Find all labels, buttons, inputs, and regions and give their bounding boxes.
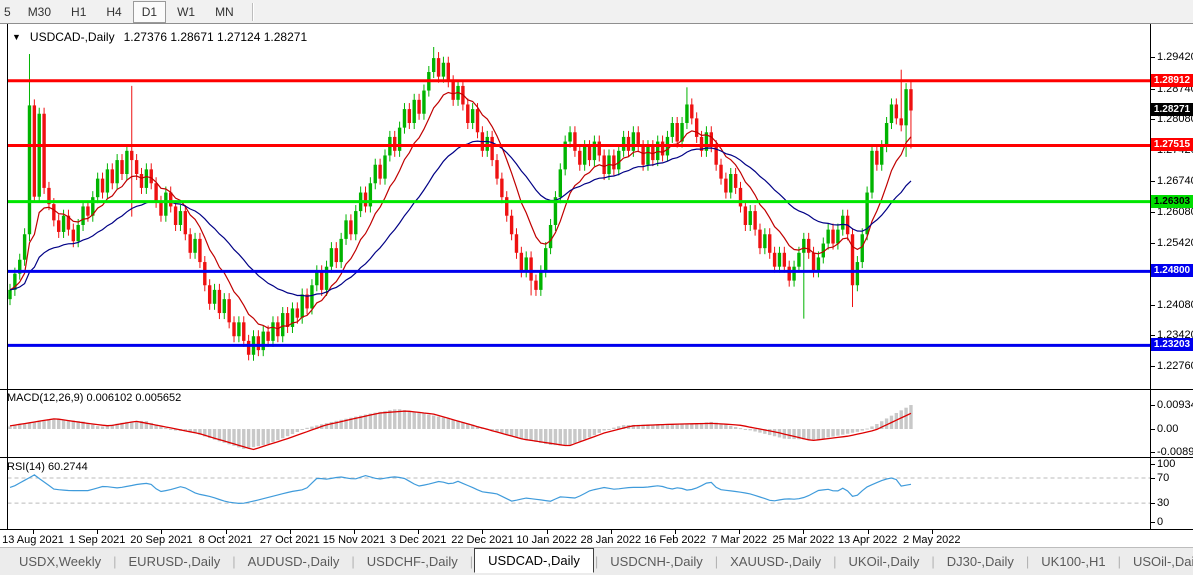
x-axis-date-label: 28 Jan 2022	[581, 534, 642, 546]
price-tick	[1151, 305, 1155, 306]
price-axis-tick-label: 1.26740	[1157, 175, 1193, 187]
timeframe-button-h1[interactable]: H1	[62, 1, 95, 23]
timeframe-button-m30[interactable]: M30	[19, 1, 60, 23]
x-axis-date-label: 2 May 2022	[903, 534, 960, 546]
price-tick	[1151, 119, 1155, 120]
symbol-tab-bar: USDX,Weekly|EURUSD-,Daily|AUDUSD-,Daily|…	[0, 547, 1193, 575]
x-axis-date-label: 22 Dec 2021	[451, 534, 513, 546]
price-axis-tick-label: 1.25420	[1157, 237, 1193, 249]
tab-usdcad-daily[interactable]: USDCAD-,Daily	[474, 548, 594, 573]
tab-audusd-daily[interactable]: AUDUSD-,Daily	[237, 551, 351, 572]
x-axis-date-label: 20 Sep 2021	[130, 534, 192, 546]
chart-dropdown-icon[interactable]: ▼	[12, 33, 21, 42]
price-axis-tick-label: 1.26080	[1157, 206, 1193, 218]
tab-separator: |	[931, 554, 934, 569]
ma-fast-line	[10, 92, 911, 328]
x-axis-date-label: 27 Oct 2021	[260, 534, 320, 546]
price-tick	[1151, 57, 1155, 58]
macd-label: MACD(12,26,9) 0.006102 0.005652	[7, 392, 181, 404]
price-tick	[1151, 243, 1155, 244]
symbol-tabs: USDX,Weekly|EURUSD-,Daily|AUDUSD-,Daily|…	[8, 550, 1193, 573]
timeframe-toolbar: 5M30H1H4D1W1MN	[0, 0, 1193, 24]
chart-title-ohlc: 1.27376 1.28671 1.27124 1.28271	[124, 30, 308, 44]
price-badge-1-28271: 1.28271	[1151, 103, 1193, 116]
rsi-axis-label: 0	[1157, 516, 1163, 528]
x-axis-date-label: 16 Feb 2022	[644, 534, 706, 546]
x-axis-date-label: 8 Oct 2021	[199, 534, 253, 546]
tab-separator: |	[715, 554, 718, 569]
timeframe-button-h4[interactable]: H4	[97, 1, 130, 23]
macd-axis-label: 0.00	[1157, 423, 1178, 435]
macd-tick	[1151, 429, 1155, 430]
macd-tick	[1151, 405, 1155, 406]
x-axis-date-label: 7 Mar 2022	[711, 534, 767, 546]
chart-title: ▼ USDCAD-,Daily 1.27376 1.28671 1.27124 …	[12, 30, 307, 44]
x-axis-date-label: 10 Jan 2022	[516, 534, 577, 546]
x-axis-date-label: 25 Mar 2022	[773, 534, 835, 546]
price-badge-1-23203: 1.23203	[1151, 338, 1193, 351]
price-tick	[1151, 335, 1155, 336]
tab-separator: |	[113, 554, 116, 569]
trading-terminal: 5M30H1H4D1W1MN ▼ USDCAD-,Daily 1.27376 1…	[0, 0, 1193, 575]
x-axis-date-label: 1 Sep 2021	[69, 534, 125, 546]
macd-axis-label: 0.009345	[1157, 399, 1193, 411]
macd-axis-label: -0.008902	[1157, 446, 1193, 458]
price-axis-tick-label: 1.24080	[1157, 299, 1193, 311]
rsi-line	[10, 475, 911, 504]
main-chart-canvas[interactable]	[0, 24, 1193, 390]
x-axis-date-label: 3 Dec 2021	[390, 534, 446, 546]
tab-dj30-daily[interactable]: DJ30-,Daily	[936, 551, 1025, 572]
rsi-tick	[1151, 478, 1155, 479]
tab-separator: |	[595, 554, 598, 569]
rsi-axis-label: 100	[1157, 458, 1175, 470]
x-axis-date-label: 13 Aug 2021	[2, 534, 64, 546]
price-tick	[1151, 212, 1155, 213]
toolbar-separator	[252, 3, 254, 21]
price-badge-1-26303: 1.26303	[1151, 195, 1193, 208]
macd-tick	[1151, 452, 1155, 453]
tab-separator: |	[1026, 554, 1029, 569]
chart-title-symbol: USDCAD-,Daily	[30, 30, 115, 44]
price-axis-tick-label: 1.22760	[1157, 360, 1193, 372]
tab-separator: |	[833, 554, 836, 569]
price-tick	[1151, 366, 1155, 367]
tab-usdx-weekly[interactable]: USDX,Weekly	[8, 551, 112, 572]
tab-xauusd-daily[interactable]: XAUUSD-,Daily	[719, 551, 832, 572]
price-tick	[1151, 181, 1155, 182]
tab-separator: |	[232, 554, 235, 569]
tab-usoil-daily[interactable]: USOil-,Daily	[1122, 551, 1193, 572]
tab-usdchf-daily[interactable]: USDCHF-,Daily	[356, 551, 469, 572]
price-axis-tick-label: 1.29420	[1157, 51, 1193, 63]
rsi-label: RSI(14) 60.2744	[7, 461, 88, 473]
tab-ukoil-daily[interactable]: UKOil-,Daily	[838, 551, 931, 572]
x-axis-date-label: 15 Nov 2021	[323, 534, 385, 546]
ma-slow-line	[10, 141, 911, 296]
tab-separator: |	[1118, 554, 1121, 569]
tab-separator: |	[470, 554, 473, 569]
price-badge-1-28912: 1.28912	[1151, 74, 1193, 87]
rsi-axis-label: 70	[1157, 472, 1169, 484]
timeframe-button-mn[interactable]: MN	[206, 1, 243, 23]
rsi-canvas[interactable]	[0, 458, 1193, 530]
x-axis-date-label: 13 Apr 2022	[838, 534, 897, 546]
timeframe-button-5[interactable]: 5	[1, 1, 17, 23]
tab-usdcnh-daily[interactable]: USDCNH-,Daily	[599, 551, 713, 572]
tab-separator: |	[351, 554, 354, 569]
rsi-tick	[1151, 464, 1155, 465]
rsi-axis-label: 30	[1157, 497, 1169, 509]
timeframe-button-d1[interactable]: D1	[133, 1, 166, 23]
rsi-tick	[1151, 522, 1155, 523]
price-tick	[1151, 89, 1155, 90]
timeframe-button-w1[interactable]: W1	[168, 1, 204, 23]
tab-eurusd-daily[interactable]: EURUSD-,Daily	[118, 551, 232, 572]
tab-uk100-h1[interactable]: UK100-,H1	[1030, 551, 1116, 572]
rsi-tick	[1151, 503, 1155, 504]
price-badge-1-27515: 1.27515	[1151, 138, 1193, 151]
price-badge-1-24800: 1.24800	[1151, 264, 1193, 277]
macd-histogram	[8, 405, 912, 449]
